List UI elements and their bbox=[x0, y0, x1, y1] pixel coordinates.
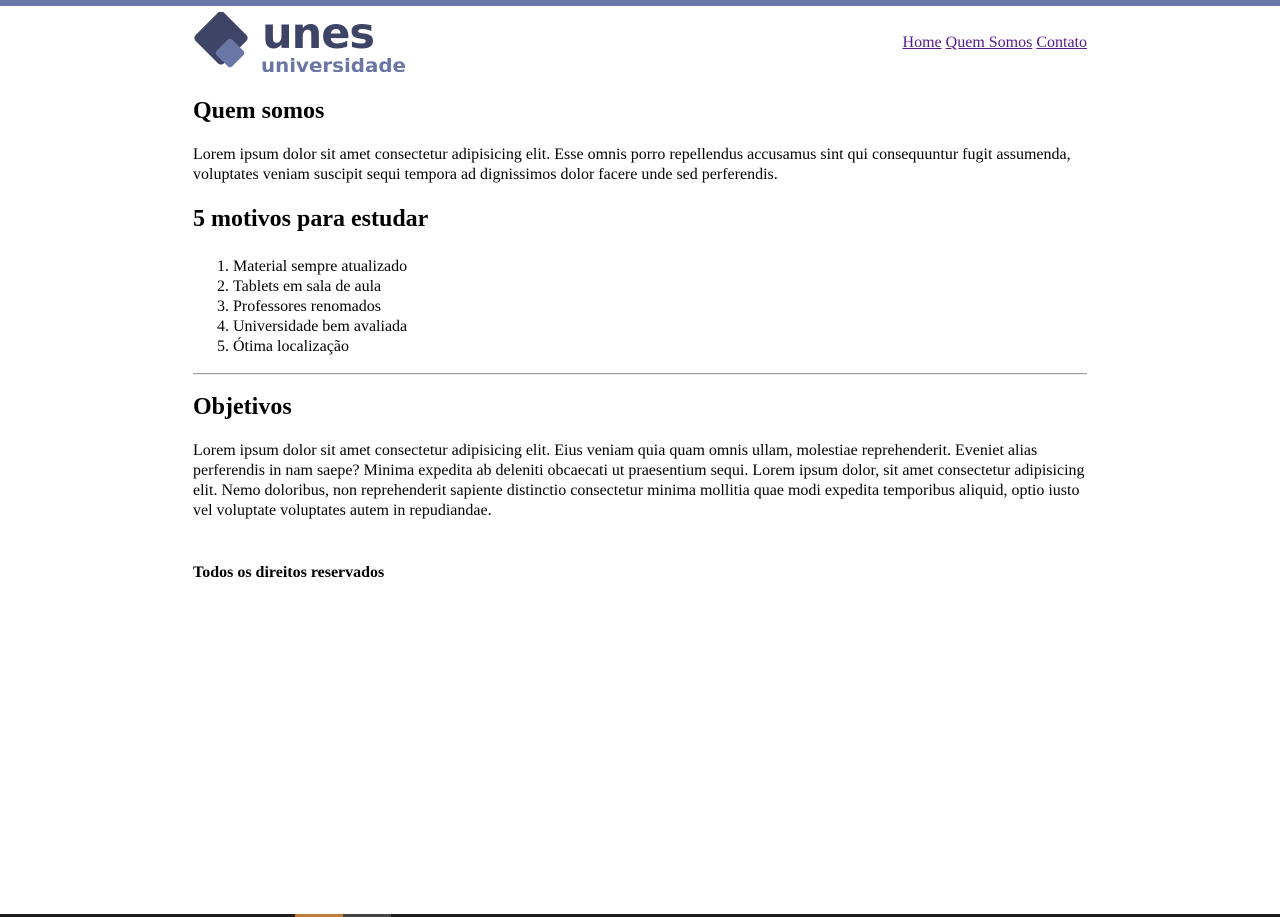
section-quem-somos: Quem somos Lorem ipsum dolor sit amet co… bbox=[193, 97, 1087, 185]
motivos-list: Material sempre atualizado Tablets em sa… bbox=[193, 257, 1087, 357]
nav-link-quem-somos[interactable]: Quem Somos bbox=[946, 34, 1033, 51]
page-container: unes universidade Home Quem Somos Contat… bbox=[193, 6, 1087, 583]
nav-link-home[interactable]: Home bbox=[903, 34, 942, 51]
objetivos-paragraph: Lorem ipsum dolor sit amet consectetur a… bbox=[193, 442, 1085, 519]
section-objetivos: Objetivos Lorem ipsum dolor sit amet con… bbox=[193, 393, 1087, 521]
site-header: unes universidade Home Quem Somos Contat… bbox=[193, 6, 1087, 78]
quem-somos-heading: Quem somos bbox=[193, 98, 325, 124]
objetivos-heading: Objetivos bbox=[193, 394, 292, 420]
logo[interactable]: unes universidade bbox=[193, 12, 407, 72]
section-motivos: 5 motivos para estudar Material sempre a… bbox=[193, 205, 1087, 357]
site-footer: Todos os direitos reservados bbox=[193, 564, 385, 581]
list-item: Tablets em sala de aula bbox=[233, 277, 1087, 297]
list-item: Material sempre atualizado bbox=[233, 257, 1087, 277]
main-nav: Home Quem Somos Contato bbox=[903, 34, 1087, 52]
motivos-heading: 5 motivos para estudar bbox=[193, 206, 429, 232]
list-item: Universidade bem avaliada bbox=[233, 317, 1087, 337]
nav-link-contato[interactable]: Contato bbox=[1036, 34, 1087, 51]
logo-wordmark: unes bbox=[262, 12, 374, 59]
diamond-logo-icon bbox=[194, 12, 248, 68]
quem-somos-paragraph: Lorem ipsum dolor sit amet consectetur a… bbox=[193, 146, 1071, 183]
list-item: Ótima localização bbox=[233, 337, 1087, 357]
section-divider bbox=[193, 373, 1087, 375]
list-item: Professores renomados bbox=[233, 297, 1087, 317]
logo-subtitle: universidade bbox=[261, 55, 406, 72]
